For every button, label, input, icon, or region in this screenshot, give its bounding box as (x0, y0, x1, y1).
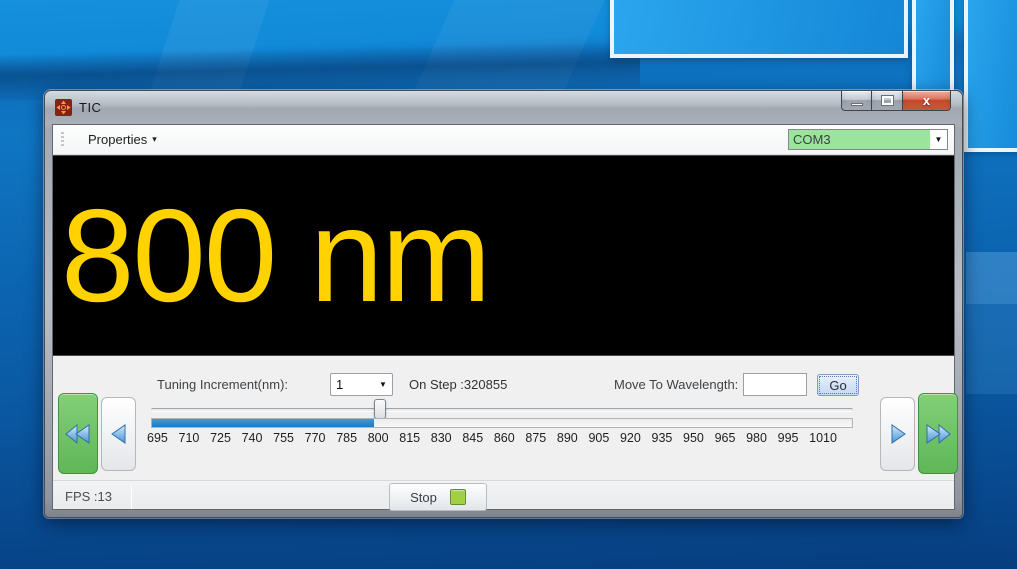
wavelength-scale: 695 710 725 740 755 770 785 800 815 830 845 860 875 8… (147, 431, 837, 445)
slider-tick-label: 830 (431, 431, 452, 445)
maximize-button[interactable] (872, 91, 903, 111)
slider-tick-label: 920 (620, 431, 641, 445)
slider-tick-label: 965 (715, 431, 736, 445)
slider-tick-label: 755 (273, 431, 294, 445)
minimize-button[interactable] (841, 91, 872, 111)
tuning-increment-dropdown[interactable]: 1 ▼ (330, 373, 393, 396)
go-button[interactable]: Go (817, 374, 859, 396)
slider-tick-label: 800 (368, 431, 389, 445)
slider-tick-label: 1010 (809, 431, 837, 445)
slider-tick-label: 935 (652, 431, 673, 445)
window-client-area: Properties ▾ COM3 ▼ 800 nm Tuning Increm… (52, 124, 955, 510)
com-port-value: COM3 (789, 130, 930, 149)
com-port-dropdown[interactable]: COM3 ▼ (788, 129, 948, 150)
wallpaper-glow (966, 252, 1017, 304)
wavelength-slider-thumb[interactable] (374, 399, 386, 419)
tuning-increment-label: Tuning Increment(nm): (157, 377, 288, 392)
fast-decrease-button[interactable] (58, 393, 98, 474)
desktop-wallpaper: TIC x Properties ▾ (0, 0, 1017, 569)
maximize-icon (882, 96, 893, 105)
menu-bar: Properties ▾ COM3 ▼ (53, 125, 954, 155)
status-separator (131, 485, 132, 509)
slider-tick-label: 950 (683, 431, 704, 445)
status-led-icon (450, 489, 466, 505)
slider-tick-label: 815 (399, 431, 420, 445)
minimize-icon (851, 103, 863, 106)
go-button-label: Go (829, 378, 846, 393)
left-arrow-icon (108, 423, 130, 445)
increase-button[interactable] (880, 397, 915, 471)
close-icon: x (923, 93, 930, 108)
slider-tick-label: 740 (242, 431, 263, 445)
toolbar-grip-icon (61, 132, 64, 148)
status-bar: FPS :13 Stop (53, 480, 954, 509)
slider-tick-label: 905 (588, 431, 609, 445)
chevron-down-icon: ▾ (152, 134, 157, 145)
stop-button-label: Stop (410, 490, 437, 505)
slider-tick-label: 860 (494, 431, 515, 445)
dropdown-arrow-icon: ▼ (374, 380, 392, 389)
wavelength-progress-bar (151, 418, 853, 428)
dropdown-arrow-icon: ▼ (930, 130, 947, 149)
properties-menu[interactable]: Properties ▾ (78, 128, 167, 151)
slider-tick-label: 785 (336, 431, 357, 445)
tuning-increment-value: 1 (331, 377, 374, 392)
double-left-arrow-icon (64, 423, 92, 445)
wavelength-display: 800 nm (53, 155, 954, 356)
double-right-arrow-icon (924, 423, 952, 445)
wavelength-readout: 800 nm (53, 180, 489, 331)
slider-tick-label: 980 (746, 431, 767, 445)
slider-tick-label: 725 (210, 431, 231, 445)
slider-tick-label: 845 (462, 431, 483, 445)
properties-menu-label: Properties (88, 132, 147, 147)
fps-readout: FPS :13 (65, 489, 112, 504)
stop-button[interactable]: Stop (389, 483, 487, 511)
fast-increase-button[interactable] (918, 393, 958, 474)
wallpaper-window-pane (610, 0, 908, 58)
wallpaper-window-pane (964, 0, 1017, 152)
move-to-wavelength-input[interactable] (743, 373, 807, 396)
slider-tick-label: 710 (179, 431, 200, 445)
move-to-wavelength-label: Move To Wavelength: (614, 377, 738, 392)
window-title: TIC (79, 100, 101, 115)
app-window: TIC x Properties ▾ (44, 90, 963, 518)
control-panel: Tuning Increment(nm): 1 ▼ On Step :32085… (53, 356, 954, 480)
slider-tick-label: 995 (778, 431, 799, 445)
right-arrow-icon (887, 423, 909, 445)
close-button[interactable]: x (903, 91, 951, 111)
decrease-button[interactable] (101, 397, 136, 471)
slider-tick-label: 890 (557, 431, 578, 445)
wavelength-progress-fill (152, 419, 374, 427)
wallpaper-glow (966, 304, 1017, 394)
wavelength-slider-track[interactable] (151, 408, 853, 412)
app-icon (55, 99, 72, 116)
slider-tick-label: 770 (305, 431, 326, 445)
slider-tick-label: 695 (147, 431, 168, 445)
on-step-readout: On Step :320855 (409, 377, 507, 392)
window-controls: x (841, 91, 951, 111)
slider-tick-label: 875 (525, 431, 546, 445)
titlebar[interactable]: TIC x (45, 91, 962, 124)
